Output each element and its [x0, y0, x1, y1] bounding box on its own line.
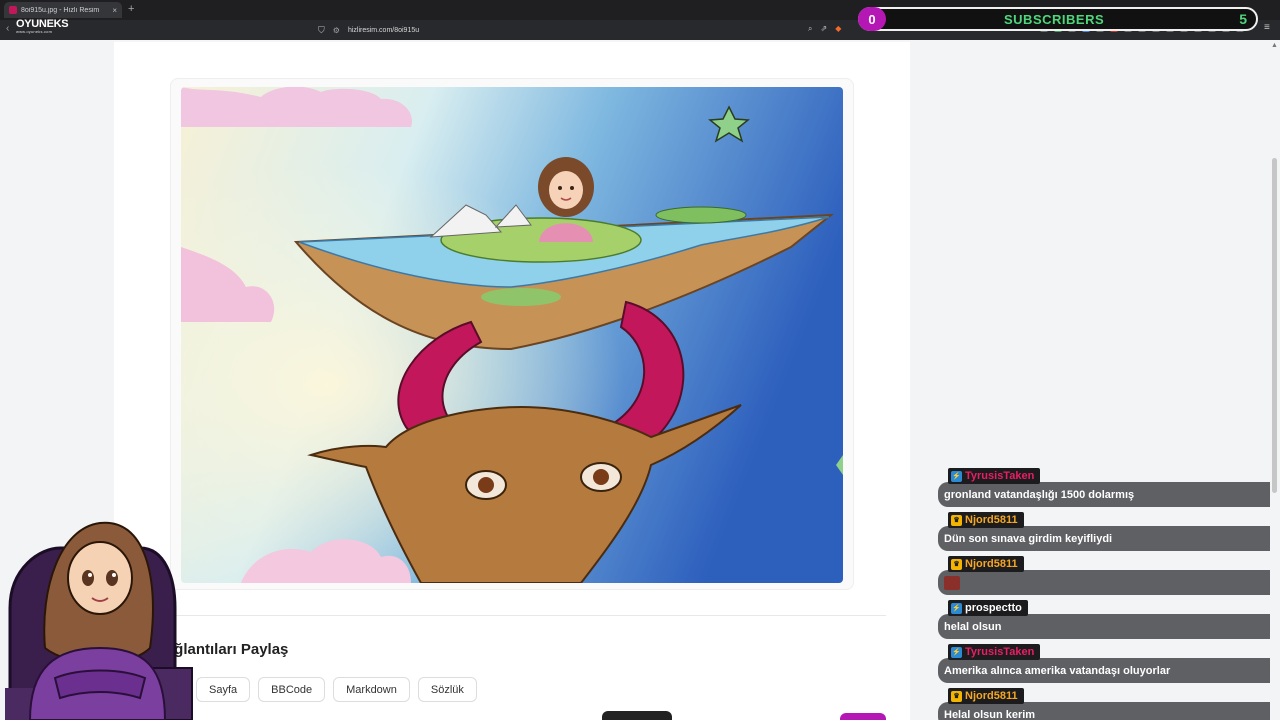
chat-username: Njord5811 — [965, 514, 1018, 526]
share-buttons: Sayfa BBCode Markdown Sözlük — [196, 677, 477, 702]
share-markdown-button[interactable]: Markdown — [333, 677, 410, 702]
crown-badge-icon: ♛ — [951, 514, 962, 526]
chat-text: gronland vatandaşlığı 1500 dolarmış — [938, 482, 1270, 507]
chat-message: ♛ Njord5811 Dün son sınava girdim keyifl… — [938, 509, 1270, 551]
prime-badge-icon: ⚡ — [951, 470, 962, 482]
share-page-button[interactable]: Sayfa — [196, 677, 251, 702]
chat-username-tag: ♛ Njord5811 — [948, 556, 1024, 572]
chat-text: helal olsun — [938, 614, 1270, 639]
uploaded-image[interactable] — [181, 87, 843, 583]
favicon-icon — [9, 6, 17, 14]
streamer-avatar — [0, 498, 195, 720]
chat-username: TyrusisTaken — [965, 470, 1035, 482]
card-top-edge — [114, 40, 910, 42]
chat-username: TyrusisTaken — [965, 646, 1035, 658]
chat-username: prospectto — [965, 602, 1022, 614]
chat-message: ♛ Njord5811 — [938, 553, 1270, 595]
stream-chat: ⚡ TyrusisTaken gronland vatandaşlığı 150… — [938, 465, 1270, 720]
bottom-pink-button[interactable] — [840, 713, 886, 720]
subscriber-goal-widget: 0 SUBSCRIBERS 5 — [858, 7, 1258, 31]
section-divider — [150, 615, 886, 616]
subscriber-progress-start: 0 — [858, 7, 886, 31]
chat-text: Amerika alınca amerika vatandaşı oluyorl… — [938, 658, 1270, 683]
close-tab-icon[interactable]: × — [112, 6, 117, 15]
menu-icon[interactable]: ≡ — [1264, 22, 1270, 33]
address-actions: ⌕ ⇗ ◆ — [808, 24, 841, 34]
chat-username-tag: ⚡ TyrusisTaken — [948, 644, 1041, 660]
chat-username: Njord5811 — [965, 558, 1018, 570]
share-bbcode-button[interactable]: BBCode — [258, 677, 326, 702]
chat-text: Dün son sınava girdim keyifliydi — [938, 526, 1270, 551]
share-icon[interactable]: ⇗ — [820, 24, 827, 34]
site-info-icon[interactable]: ⚙ — [333, 26, 340, 35]
chat-message: ⚡ prospectto helal olsun — [938, 597, 1270, 639]
url-text[interactable]: hizliresim.com/8oi915u — [348, 27, 419, 34]
chat-message: ⚡ TyrusisTaken Amerika alınca amerika va… — [938, 641, 1270, 683]
share-sozluk-button[interactable]: Sözlük — [417, 677, 477, 702]
chat-username-tag: ♛ Njord5811 — [948, 688, 1024, 704]
subscriber-label: SUBSCRIBERS — [1004, 12, 1105, 27]
page-scrollbar[interactable] — [1270, 40, 1280, 720]
crown-badge-icon: ♛ — [951, 690, 962, 702]
chat-emote-line — [938, 570, 1270, 595]
tab-title: 8oi915u.jpg - Hızlı Resim — [21, 6, 100, 14]
oyuneks-logo: OYUNEKS www.oyuneks.com — [16, 18, 69, 34]
browser-tab[interactable]: 8oi915u.jpg - Hızlı Resim × — [4, 2, 122, 18]
chat-username: Njord5811 — [965, 690, 1018, 702]
chat-emote-icon — [944, 575, 960, 590]
chat-username-tag: ⚡ prospectto — [948, 600, 1028, 616]
brave-shield-icon[interactable]: ◆ — [835, 24, 841, 34]
chat-username-tag: ♛ Njord5811 — [948, 512, 1024, 528]
chat-message: ⚡ TyrusisTaken gronland vatandaşlığı 150… — [938, 465, 1270, 507]
zoom-icon[interactable]: ⌕ — [808, 24, 812, 34]
crown-badge-icon: ♛ — [951, 558, 962, 570]
address-bar[interactable]: ⛉ ⚙ hizliresim.com/8oi915u — [318, 22, 858, 38]
chat-text: Helal olsun kerim — [938, 702, 1270, 720]
chat-message: ♛ Njord5811 Helal olsun kerim — [938, 685, 1270, 720]
bookmark-icon[interactable]: ⛉ — [318, 25, 325, 36]
prime-badge-icon: ⚡ — [951, 646, 962, 658]
new-tab-button[interactable]: + — [128, 3, 134, 15]
back-arrow-icon[interactable]: ‹ — [6, 23, 9, 34]
subscriber-goal-count: 5 — [1239, 11, 1247, 27]
scrollbar-thumb[interactable] — [1272, 158, 1277, 493]
chat-username-tag: ⚡ TyrusisTaken — [948, 468, 1041, 484]
scroll-up-icon[interactable]: ▲ — [1271, 42, 1278, 49]
bottom-dark-button[interactable] — [602, 711, 672, 720]
prime-badge-icon: ⚡ — [951, 602, 962, 614]
